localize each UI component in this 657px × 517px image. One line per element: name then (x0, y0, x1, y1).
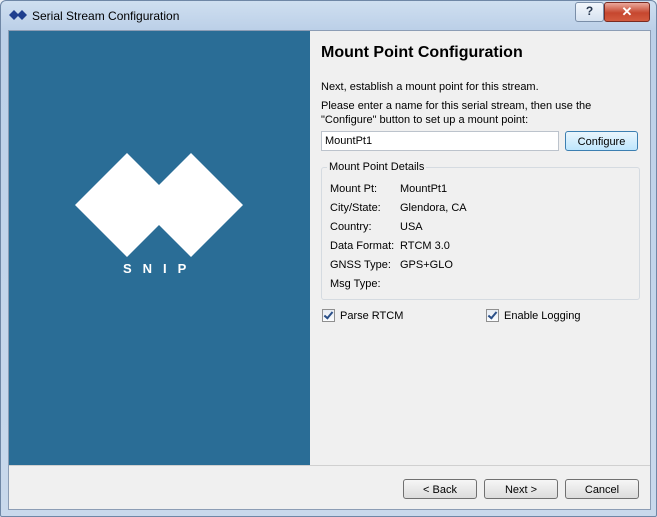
enable-logging-checkbox[interactable] (486, 309, 499, 322)
logo-text: SNIP (123, 261, 198, 276)
back-button[interactable]: < Back (403, 479, 477, 499)
parse-rtcm-label: Parse RTCM (340, 309, 404, 322)
mount-name-input[interactable] (321, 131, 559, 151)
detail-value: USA (400, 221, 423, 233)
snip-logo-icon (75, 153, 243, 257)
details-group-title: Mount Point Details (327, 161, 427, 173)
intro-text: Next, establish a mount point for this s… (321, 81, 539, 93)
branding-panel: SNIP (9, 31, 310, 465)
footer-separator (9, 465, 650, 466)
cancel-button[interactable]: Cancel (565, 479, 639, 499)
detail-label: City/State: (330, 202, 381, 214)
detail-value: Glendora, CA (400, 202, 467, 214)
detail-label: GNSS Type: (330, 259, 391, 271)
detail-label: Data Format: (330, 240, 395, 252)
dialog-window: Serial Stream Configuration ? ✕ SNIP Mou… (0, 0, 657, 517)
detail-label: Mount Pt: (330, 183, 378, 195)
page-title: Mount Point Configuration (321, 44, 523, 61)
next-button[interactable]: Next > (484, 479, 558, 499)
configure-button[interactable]: Configure (565, 131, 638, 151)
close-button[interactable]: ✕ (604, 2, 650, 22)
title-bar[interactable]: Serial Stream Configuration ? ✕ (1, 1, 656, 29)
detail-value: RTCM 3.0 (400, 240, 450, 252)
enable-logging-label: Enable Logging (504, 309, 581, 322)
detail-value: GPS+GLO (400, 259, 453, 271)
app-diamond-icon (9, 10, 27, 20)
detail-label: Country: (330, 221, 372, 233)
detail-value: MountPt1 (400, 183, 448, 195)
detail-label: Msg Type: (330, 278, 381, 290)
enable-logging-option[interactable]: Enable Logging (486, 309, 580, 322)
instructions-text: Please enter a name for this serial stre… (321, 100, 592, 126)
parse-rtcm-checkbox[interactable] (322, 309, 335, 322)
window-title: Serial Stream Configuration (32, 9, 180, 23)
help-button[interactable]: ? (575, 2, 604, 22)
parse-rtcm-option[interactable]: Parse RTCM (322, 309, 403, 322)
dialog-client-area: SNIP Mount Point Configuration Next, est… (8, 30, 651, 510)
